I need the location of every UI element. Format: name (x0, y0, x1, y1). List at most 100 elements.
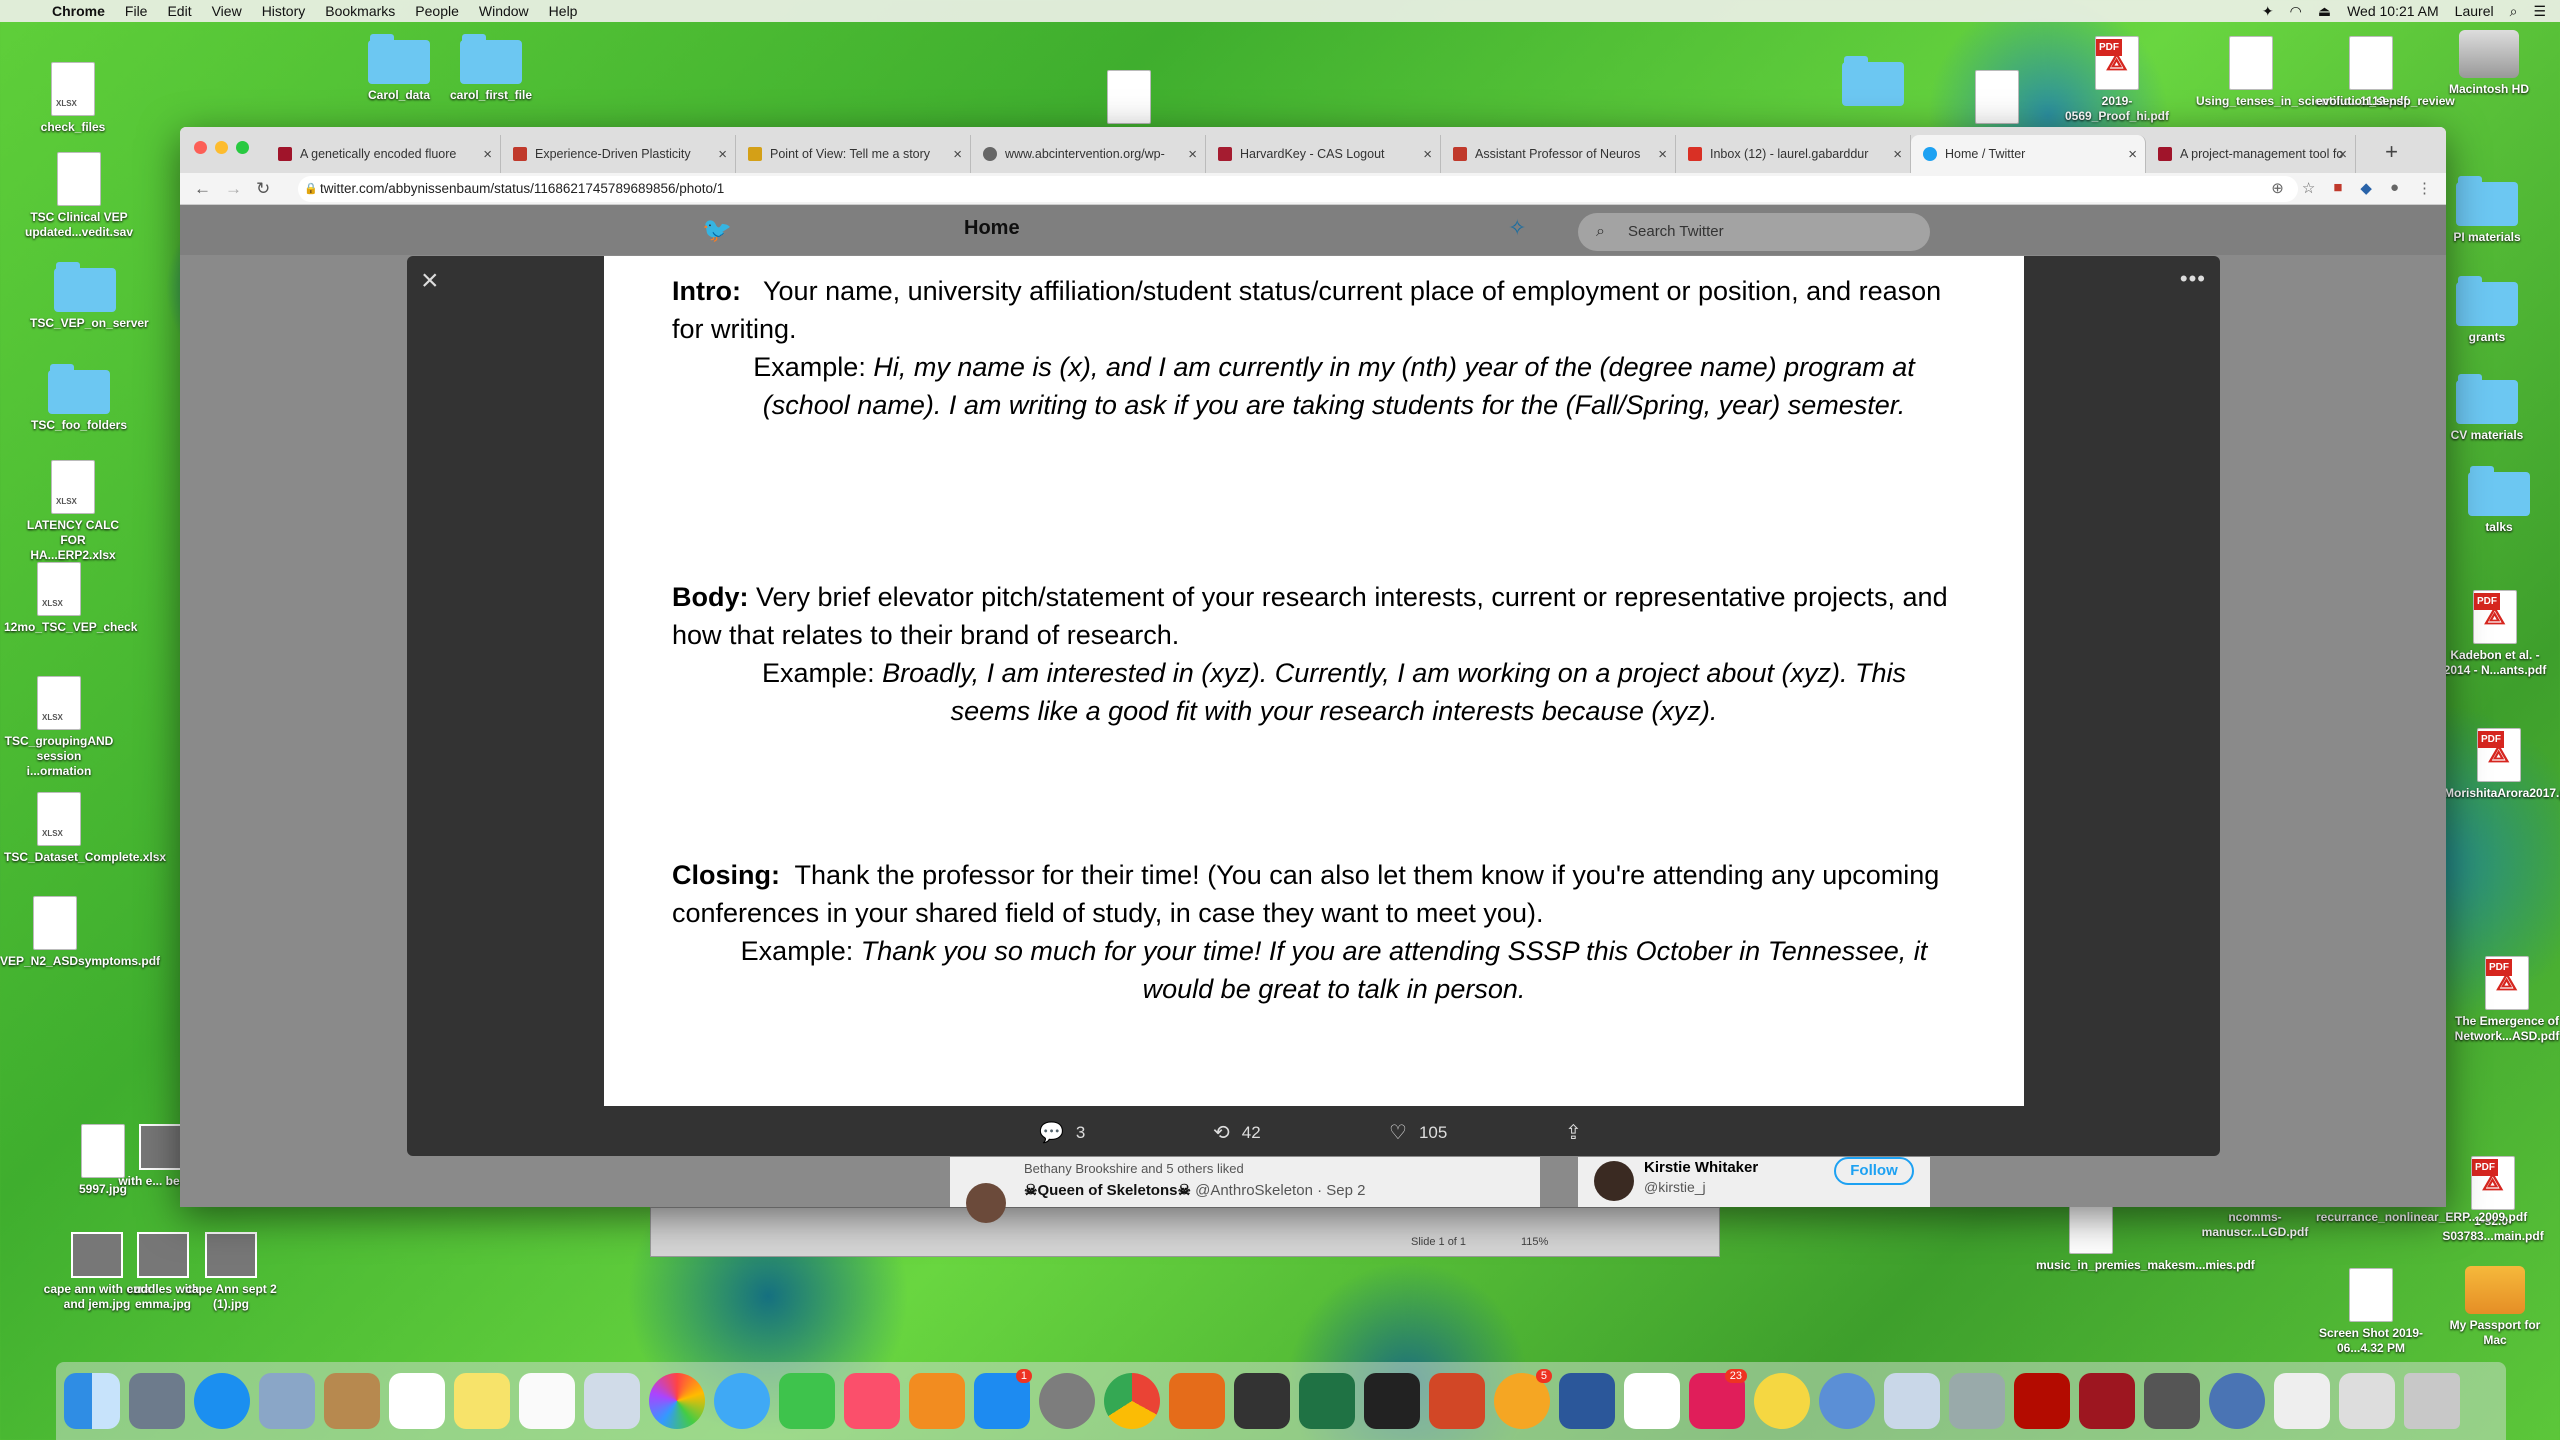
close-tab-icon[interactable]: × (718, 146, 727, 163)
desktop-icon[interactable]: grants (2432, 276, 2542, 345)
trash-icon[interactable] (2404, 1373, 2460, 1429)
avatar[interactable] (966, 1183, 1006, 1223)
zoom-window-button[interactable] (236, 141, 249, 154)
desktop-icon[interactable] (1818, 56, 1928, 110)
desktop-icon[interactable]: PI materials (2432, 176, 2542, 245)
reply-button[interactable]: 💬 3 (1039, 1120, 1085, 1145)
chrome-menu-icon[interactable]: ⋮ (2417, 179, 2432, 197)
terminal-icon[interactable] (1364, 1373, 1420, 1429)
messages-icon[interactable] (714, 1373, 770, 1429)
desktop-icon[interactable]: talks (2444, 466, 2554, 535)
user-name[interactable]: Laurel (2455, 3, 2494, 19)
downloads-stack-icon[interactable] (2339, 1373, 2395, 1429)
desktop-icon[interactable]: TSC_foo_folders (24, 364, 134, 433)
desktop-icon[interactable] (1942, 70, 2052, 128)
word-icon[interactable] (1559, 1373, 1615, 1429)
like-button[interactable]: ♡ 105 (1389, 1120, 1447, 1145)
address-bar[interactable]: 🔒 twitter.com/abbynissenbaum/status/11686… (298, 176, 2298, 202)
zoom-level[interactable]: 115% (1521, 1236, 1548, 1248)
spotlight-icon[interactable]: ⌕ (2510, 3, 2518, 20)
desktop-icon[interactable]: check_files (18, 62, 128, 135)
desktop-icon[interactable]: 2019-0569_Proof_hi.pdf (2062, 36, 2172, 124)
outlook-icon[interactable]: 5 (1494, 1369, 1552, 1429)
desktop-icon[interactable]: LATENCY CALC FOR HA...ERP2.xlsx (18, 460, 128, 563)
desktop-icon[interactable]: Screen Shot 2019-06...4.32 PM (2316, 1268, 2426, 1356)
menu-bookmarks[interactable]: Bookmarks (325, 3, 395, 19)
close-tab-icon[interactable]: × (1658, 146, 1667, 163)
follow-button[interactable]: Follow (1834, 1157, 1914, 1185)
minimize-window-button[interactable] (215, 141, 228, 154)
rocket-icon[interactable] (1949, 1373, 2005, 1429)
menu-help[interactable]: Help (549, 3, 578, 19)
desktop-icon[interactable]: evolution_sensp_review (2316, 36, 2455, 109)
math-app-icon[interactable] (1819, 1373, 1875, 1429)
menu-file[interactable]: File (125, 3, 148, 19)
menu-window[interactable]: Window (479, 3, 529, 19)
close-tab-icon[interactable]: × (2128, 146, 2137, 163)
desktop-icon[interactable]: TSC_VEP_on_server (30, 262, 149, 331)
books-icon[interactable] (909, 1373, 965, 1429)
documents-stack-icon[interactable] (2274, 1373, 2330, 1429)
system-preferences-icon[interactable] (1039, 1373, 1095, 1429)
notification-center-icon[interactable]: ☰ (2533, 3, 2546, 20)
desktop-icon[interactable]: My Passport for Mac (2440, 1266, 2550, 1348)
menu-people[interactable]: People (415, 3, 459, 19)
close-tab-icon[interactable]: × (1423, 146, 1432, 163)
menu-history[interactable]: History (262, 3, 306, 19)
contacts-icon[interactable] (324, 1373, 380, 1429)
browser-tab[interactable]: Inbox (12) - laurel.gabarddur × (1676, 135, 1911, 173)
preview-app-icon[interactable] (584, 1373, 640, 1429)
desktop-icon[interactable]: recurrance_nonlinear_ERP...2009.pdf (2316, 1210, 2527, 1225)
profile-avatar[interactable]: ● (2390, 179, 2399, 197)
sparkle-icon[interactable]: ✧ (1508, 215, 1526, 241)
app-store-icon[interactable]: 1 (974, 1369, 1032, 1429)
clock[interactable]: Wed 10:21 AM (2347, 3, 2439, 19)
tweet-author[interactable]: ☠Queen of Skeletons☠ @AnthroSkeleton · S… (1024, 1181, 1365, 1199)
close-window-button[interactable] (194, 141, 207, 154)
feed-tweet[interactable]: Bethany Brookshire and 5 others liked ☠Q… (950, 1157, 1540, 1223)
reminders-icon[interactable] (519, 1373, 575, 1429)
facetime-icon[interactable] (779, 1373, 835, 1429)
background-app-window[interactable]: Slide 1 of 1 115% (650, 1207, 1720, 1257)
slack-icon[interactable] (1624, 1373, 1680, 1429)
browser-tab[interactable]: Experience-Driven Plasticity × (501, 135, 736, 173)
browser-tab-active[interactable]: Home / Twitter × (1911, 135, 2146, 173)
close-tab-icon[interactable]: × (1188, 146, 1197, 163)
close-tab-icon[interactable]: × (1893, 146, 1902, 163)
cyberduck-icon[interactable] (1754, 1373, 1810, 1429)
launchpad-icon[interactable] (129, 1373, 185, 1429)
powerpoint-icon[interactable] (1429, 1373, 1485, 1429)
close-icon[interactable]: × (421, 264, 439, 298)
browser-tab[interactable]: Point of View: Tell me a story × (736, 135, 971, 173)
status-app-icon[interactable]: ✦ (2262, 3, 2274, 20)
browser-tab[interactable]: Assistant Professor of Neuros × (1441, 135, 1676, 173)
desktop-icon[interactable]: carol_first_file (436, 34, 546, 103)
desktop-icon[interactable]: Using_tenses_in_scientific...1112.pdf (2196, 36, 2407, 109)
more-options-icon[interactable]: ••• (2180, 266, 2206, 292)
wifi-icon[interactable]: ◠ (2290, 3, 2302, 20)
new-tab-button[interactable]: + (2385, 139, 2398, 165)
desktop-icon[interactable]: 1-s2.0-S03783...main.pdf (2438, 1156, 2548, 1244)
forward-arrow-icon[interactable]: → (225, 179, 242, 199)
back-arrow-icon[interactable]: ← (194, 179, 211, 199)
slack-workspace-icon[interactable]: 23 (1689, 1369, 1747, 1429)
share-button[interactable]: ⇪ (1565, 1120, 1582, 1145)
music-icon[interactable] (844, 1373, 900, 1429)
preview-icon[interactable] (259, 1373, 315, 1429)
avatar[interactable] (1594, 1161, 1634, 1201)
menu-app[interactable]: Chrome (52, 3, 105, 19)
who-to-follow-card[interactable]: Kirstie Whitaker @kirstie_j Follow (1578, 1157, 1930, 1207)
bookmark-star-icon[interactable]: ☆ (2302, 179, 2315, 197)
desktop-icon[interactable]: 12mo_TSC_VEP_check (4, 562, 137, 635)
chrome-icon[interactable] (1104, 1373, 1160, 1429)
mendeley-icon[interactable] (2079, 1373, 2135, 1429)
safari-icon[interactable] (194, 1373, 250, 1429)
retweet-button[interactable]: ⟲ 42 (1213, 1120, 1261, 1145)
menu-view[interactable]: View (212, 3, 242, 19)
matlab-icon[interactable] (1169, 1373, 1225, 1429)
excel-icon[interactable] (1299, 1373, 1355, 1429)
search-input[interactable]: ⌕ Search Twitter (1578, 213, 1930, 251)
desktop-icon[interactable]: TSC_Dataset_Complete.xlsx (4, 792, 166, 865)
extension-icon[interactable]: ◆ (2360, 179, 2372, 197)
desktop-icon[interactable]: ncomms-manuscr...LGD.pdf (2200, 1210, 2310, 1240)
